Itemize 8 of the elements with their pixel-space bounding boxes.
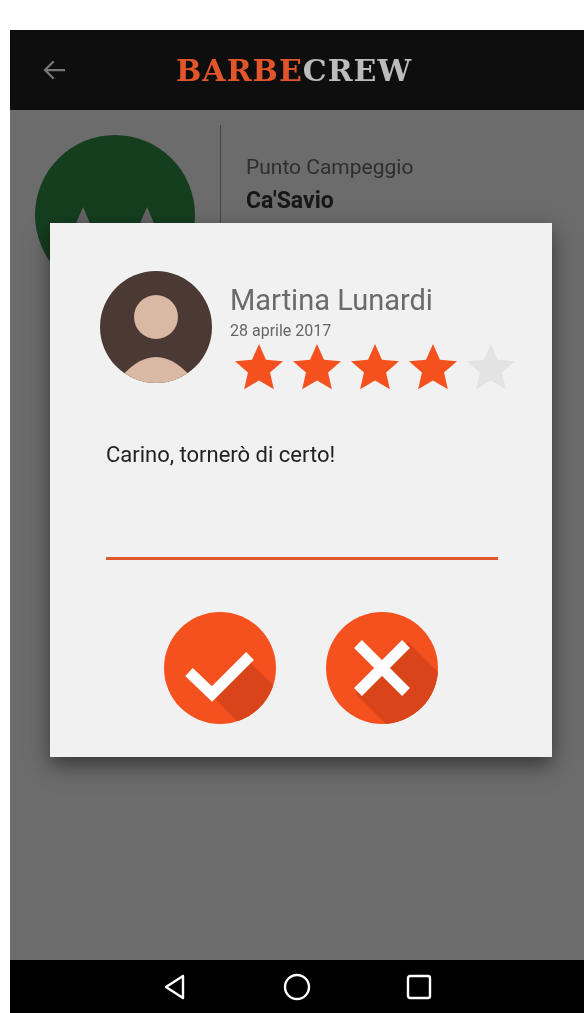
place-name: Ca'Savio	[246, 187, 335, 214]
cancel-button[interactable]	[326, 612, 438, 724]
reviewer-name: Martina Lunardi	[230, 283, 434, 317]
app-logo: BARBECREW	[176, 52, 413, 88]
confirm-button[interactable]	[164, 612, 276, 724]
comment-field[interactable]: Carino, tornerò di certo!	[106, 442, 498, 560]
place-category: Punto Campeggio	[246, 155, 414, 179]
review-date: 28 aprile 2017	[230, 321, 333, 340]
